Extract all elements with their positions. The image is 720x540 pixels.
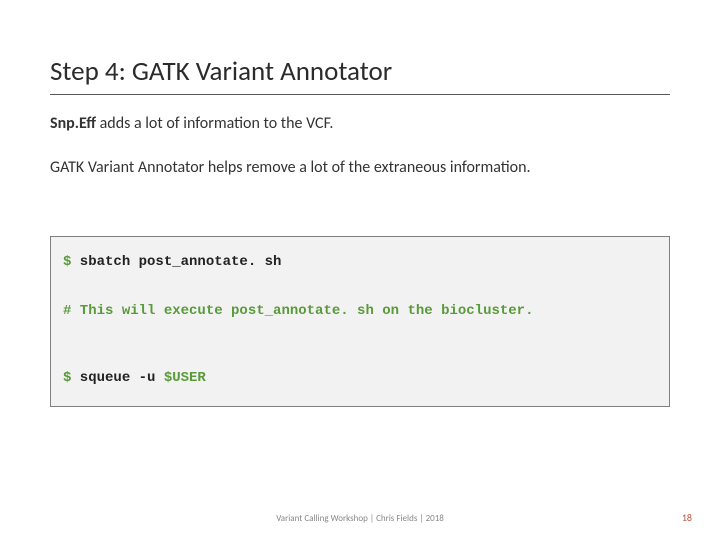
code-line-1: $ sbatch post_annotate. sh xyxy=(63,253,657,272)
code-blank-line xyxy=(63,327,657,345)
paragraph-2: GATK Variant Annotator helps remove a lo… xyxy=(50,157,670,179)
comment-text: This will execute post_annotate. sh on t… xyxy=(71,303,533,319)
command-1: sbatch post_annotate. sh xyxy=(71,254,281,270)
para1-rest: adds a lot of information to the VCF. xyxy=(96,114,333,133)
slide: Step 4: GATK Variant Annotator Snp.Eff a… xyxy=(0,0,720,540)
slide-title: Step 4: GATK Variant Annotator xyxy=(50,55,670,95)
footer-text: Variant Calling Workshop | Chris Fields … xyxy=(0,513,720,524)
page-number: 18 xyxy=(682,511,692,524)
command-2a: squeue -u xyxy=(71,370,163,386)
code-block: $ sbatch post_annotate. sh # This will e… xyxy=(50,236,670,407)
code-blank-line xyxy=(63,345,657,363)
code-line-3: $ squeue -u $USER xyxy=(63,369,657,388)
env-var-user: $USER xyxy=(164,370,206,386)
snpeff-label: Snp.Eff xyxy=(50,114,96,133)
paragraph-1: Snp.Eff adds a lot of information to the… xyxy=(50,113,670,135)
code-blank-line xyxy=(63,278,657,296)
code-line-2: # This will execute post_annotate. sh on… xyxy=(63,302,657,321)
